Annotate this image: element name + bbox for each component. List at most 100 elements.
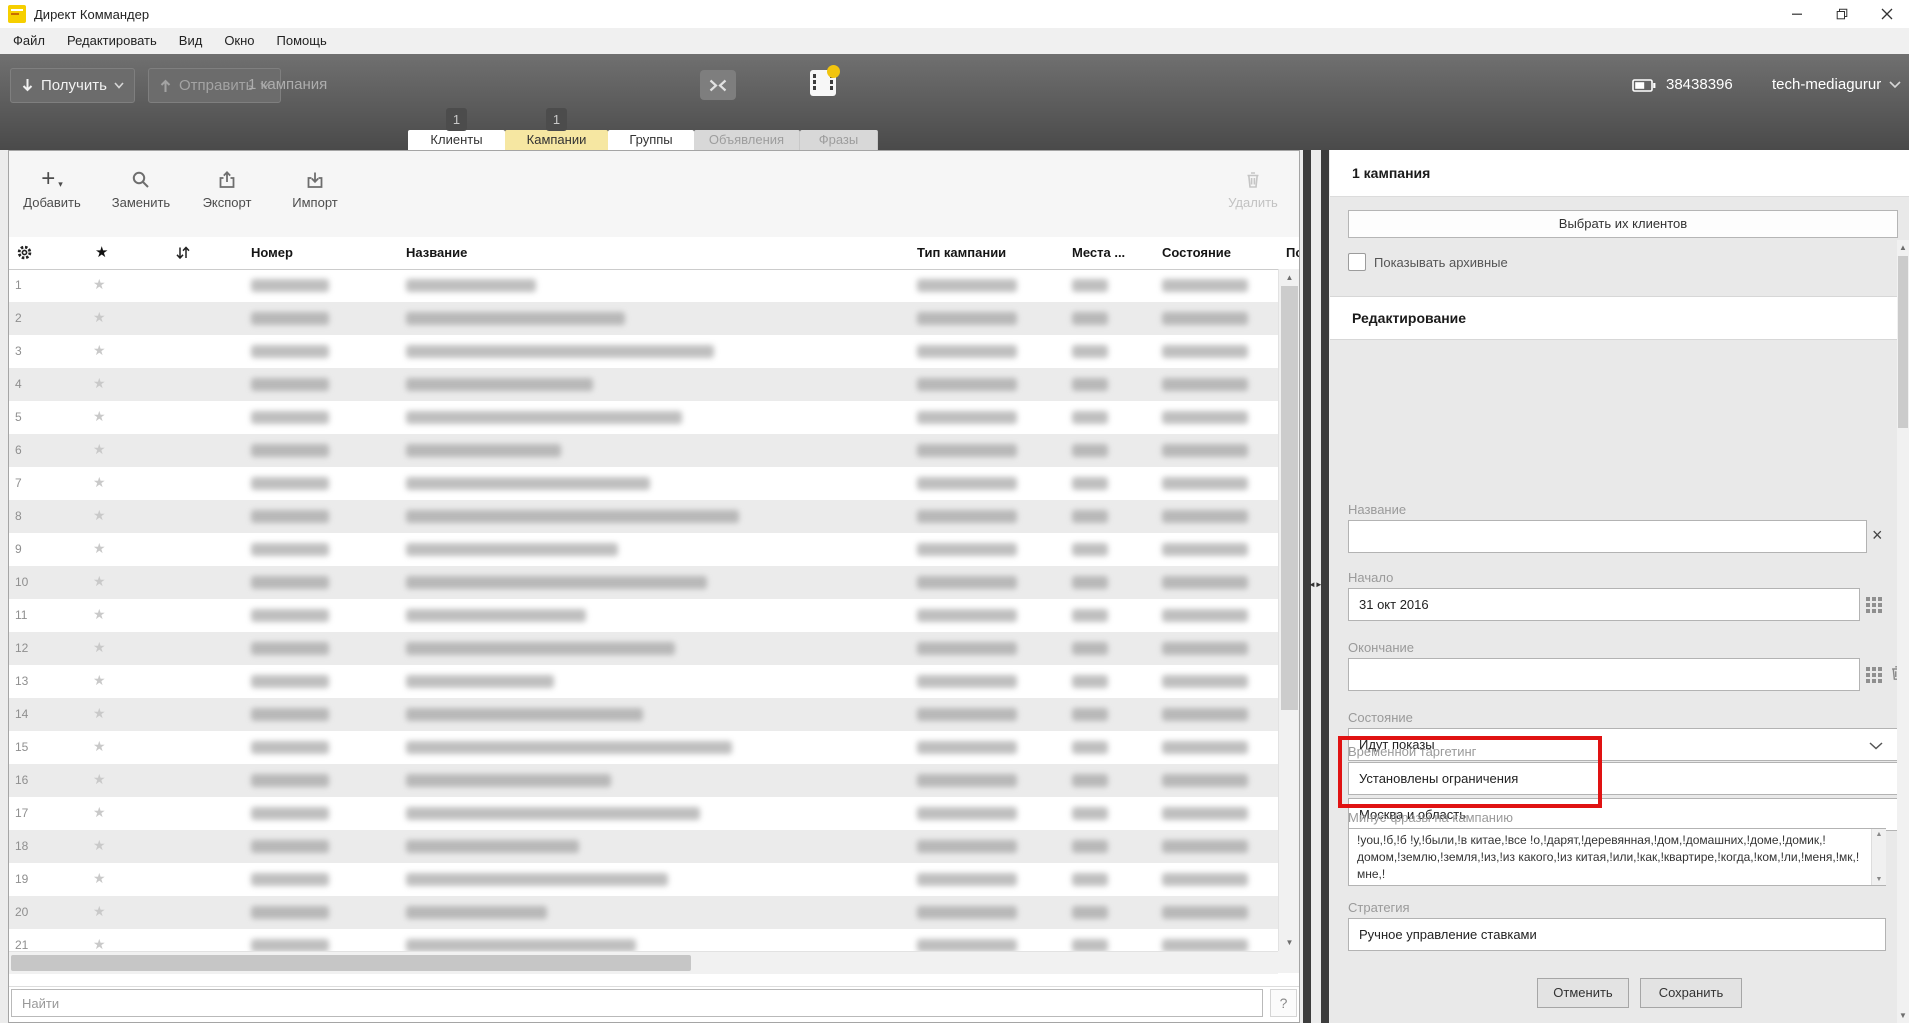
favorite-star-icon[interactable]: ★ (93, 342, 106, 359)
column-header-number[interactable]: Номер (251, 245, 293, 260)
sort-icon[interactable] (175, 245, 191, 261)
clear-name-icon[interactable]: × (1872, 526, 1883, 544)
favorite-star-icon[interactable]: ★ (93, 309, 106, 326)
favorite-star-icon[interactable]: ★ (93, 672, 106, 689)
table-row[interactable]: 13★ (9, 665, 1278, 698)
scroll-up-icon[interactable]: ▲ (1897, 243, 1909, 252)
panel-splitter[interactable]: ◄► (1300, 150, 1330, 1023)
table-row[interactable]: 17★ (9, 797, 1278, 830)
replace-button[interactable]: Заменить (102, 164, 180, 226)
column-header-type[interactable]: Тип кампании (917, 245, 1006, 260)
show-archived-checkbox[interactable] (1348, 253, 1366, 271)
table-row[interactable]: 4★ (9, 368, 1278, 401)
favorite-star-icon[interactable]: ★ (93, 606, 106, 623)
export-button[interactable]: Экспорт (188, 164, 266, 226)
select-clients-button[interactable]: Выбрать их клиентов (1348, 210, 1898, 238)
start-date-field[interactable] (1348, 588, 1860, 621)
menu-item[interactable]: Вид (168, 28, 214, 54)
editor-scrollbar[interactable]: ▲ ▼ (1897, 240, 1909, 1023)
favorite-star-icon[interactable]: ★ (93, 804, 106, 821)
favorite-star-icon[interactable]: ★ (93, 276, 106, 293)
favorite-star-icon[interactable]: ★ (93, 507, 106, 524)
table-row[interactable]: 12★ (9, 632, 1278, 665)
favorite-star-icon[interactable]: ★ (93, 375, 106, 392)
table-row[interactable]: 2★ (9, 302, 1278, 335)
favorite-star-icon[interactable]: ★ (93, 441, 106, 458)
columns-settings-gear-icon[interactable] (17, 245, 32, 260)
add-button[interactable]: +▾ Добавить (13, 164, 91, 226)
scroll-down-icon[interactable]: ▼ (1279, 938, 1300, 947)
table-row[interactable]: 6★ (9, 434, 1278, 467)
table-row[interactable]: 7★ (9, 467, 1278, 500)
table-row[interactable]: 18★ (9, 830, 1278, 863)
media-tool-button[interactable] (810, 68, 838, 96)
menu-item[interactable]: Окно (213, 28, 265, 54)
column-header-places[interactable]: Места ... (1072, 245, 1125, 260)
favorite-star-icon[interactable]: ★ (93, 408, 106, 425)
redacted-cell (1162, 477, 1248, 490)
table-row[interactable]: 10★ (9, 566, 1278, 599)
strategy-field[interactable] (1348, 918, 1886, 951)
table-row[interactable]: 9★ (9, 533, 1278, 566)
name-field[interactable] (1348, 520, 1867, 553)
table-row[interactable]: 21★ (9, 929, 1278, 951)
end-date-field[interactable] (1348, 658, 1860, 691)
scroll-up-icon[interactable]: ▲ (1872, 831, 1886, 838)
vertical-scrollbar[interactable]: ▲ ▼ (1278, 269, 1300, 951)
favorite-star-icon[interactable]: ★ (93, 870, 106, 887)
column-header-state[interactable]: Состояние (1162, 245, 1231, 260)
table-row[interactable]: 16★ (9, 764, 1278, 797)
favorite-star-icon[interactable]: ★ (93, 474, 106, 491)
menu-item[interactable]: Помощь (266, 28, 338, 54)
scroll-down-icon[interactable]: ▼ (1872, 876, 1886, 883)
horizontal-scrollbar-thumb[interactable] (11, 955, 691, 971)
table-row[interactable]: 3★ (9, 335, 1278, 368)
table-row[interactable]: 8★ (9, 500, 1278, 533)
column-header-impressions[interactable]: По (1286, 245, 1300, 260)
favorite-star-icon[interactable]: ★ (93, 837, 106, 854)
favorite-star-icon[interactable]: ★ (93, 540, 106, 557)
vertical-scrollbar-thumb[interactable] (1281, 286, 1298, 710)
table-row[interactable]: 11★ (9, 599, 1278, 632)
favorite-star-icon[interactable]: ★ (93, 738, 106, 755)
calendar-icon[interactable] (1866, 597, 1882, 613)
import-button[interactable]: Импорт (276, 164, 354, 226)
search-input[interactable] (11, 989, 1263, 1017)
scroll-down-icon[interactable]: ▼ (1897, 1011, 1909, 1020)
menu-item[interactable]: Редактировать (56, 28, 168, 54)
tab-кампании[interactable]: Кампании (505, 130, 608, 150)
tab-группы[interactable]: Группы (608, 130, 694, 150)
save-button[interactable]: Сохранить (1640, 978, 1742, 1008)
table-row[interactable]: 15★ (9, 731, 1278, 764)
table-row[interactable]: 14★ (9, 698, 1278, 731)
textarea-scrollbar[interactable]: ▲ ▼ (1871, 829, 1886, 885)
favorite-star-icon[interactable]: ★ (93, 903, 106, 920)
table-row[interactable]: 20★ (9, 896, 1278, 929)
favorite-star-icon[interactable]: ★ (93, 573, 106, 590)
calendar-icon[interactable] (1866, 667, 1882, 683)
account-menu[interactable]: tech-mediagurur (1772, 76, 1901, 93)
menu-item[interactable]: Файл (2, 28, 56, 54)
table-row[interactable]: 19★ (9, 863, 1278, 896)
favorite-star-icon[interactable]: ★ (93, 705, 106, 722)
scroll-up-icon[interactable]: ▲ (1279, 273, 1300, 282)
favorite-star-icon[interactable]: ★ (93, 936, 106, 951)
splitter-handle-icon[interactable]: ◄► (1308, 580, 1322, 589)
minimize-button[interactable] (1774, 0, 1819, 28)
favorite-star-icon[interactable]: ★ (93, 639, 106, 656)
minus-phrases-textarea[interactable]: !you,!б,!б !у,!были,!в китае,!все !о,!да… (1348, 828, 1886, 886)
tab-клиенты[interactable]: Клиенты (408, 130, 505, 150)
table-row[interactable]: 1★ (9, 269, 1278, 302)
restore-button[interactable] (1819, 0, 1864, 28)
collapse-panels-button[interactable] (700, 70, 736, 100)
favorite-column-star-icon[interactable]: ★ (95, 243, 108, 261)
cancel-button[interactable]: Отменить (1537, 978, 1629, 1008)
horizontal-scrollbar[interactable] (9, 951, 1278, 974)
get-button[interactable]: Получить (10, 68, 135, 103)
search-help-button[interactable]: ? (1270, 989, 1297, 1017)
close-button[interactable] (1864, 0, 1909, 28)
favorite-star-icon[interactable]: ★ (93, 771, 106, 788)
table-row[interactable]: 5★ (9, 401, 1278, 434)
column-header-name[interactable]: Название (406, 245, 467, 260)
editor-scrollbar-thumb[interactable] (1898, 256, 1908, 428)
